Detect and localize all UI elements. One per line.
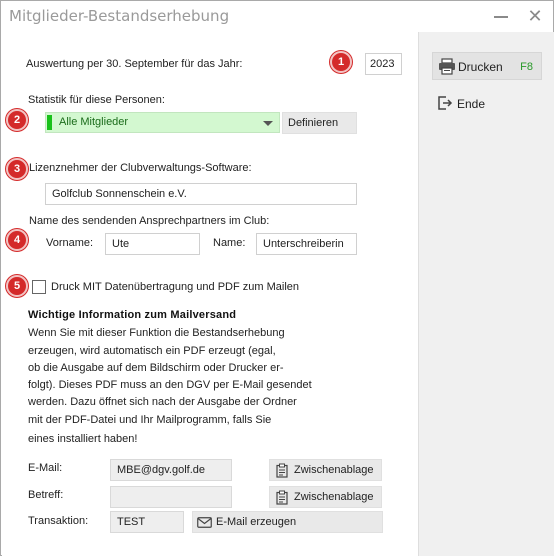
print-shortcut: F8 bbox=[520, 61, 533, 73]
action-sidebar: Drucken F8 Ende bbox=[418, 32, 554, 556]
email-label: E-Mail: bbox=[28, 462, 63, 474]
create-email-button[interactable]: E-Mail erzeugen bbox=[192, 511, 383, 533]
step-badge-1: 1 bbox=[330, 51, 352, 73]
print-option-label[interactable]: Druck MIT Datenübertragung und PDF zum M… bbox=[51, 281, 299, 293]
contact-label: Name des sendenden Ansprechpartners im C… bbox=[29, 215, 270, 227]
clipboard-icon bbox=[276, 463, 288, 478]
year-input[interactable]: 2023 bbox=[365, 53, 402, 75]
printer-icon bbox=[439, 58, 455, 75]
close-icon[interactable]: ✕ bbox=[523, 5, 547, 27]
email-field[interactable]: MBE@dgv.golf.de bbox=[110, 459, 232, 481]
subject-field[interactable] bbox=[110, 486, 232, 508]
info-line: folgt). Dieses PDF muss an den DGV per E… bbox=[28, 379, 312, 391]
info-line: Wenn Sie mit dieser Funktion die Bestand… bbox=[28, 327, 285, 339]
step-badge-5: 5 bbox=[6, 275, 28, 297]
transaction-field[interactable]: TEST bbox=[110, 511, 184, 533]
persons-select-value: Alle Mitglieder bbox=[59, 116, 129, 128]
lastname-input[interactable]: Unterschreiberin bbox=[256, 233, 357, 255]
step-badge-4: 4 bbox=[6, 229, 28, 251]
print-option-checkbox[interactable] bbox=[32, 280, 46, 294]
clipboard-icon bbox=[276, 490, 288, 505]
define-button[interactable]: Definieren bbox=[282, 112, 357, 134]
title-bar[interactable]: Mitglieder-Bestandserhebung ✕ bbox=[1, 1, 553, 32]
copy-email-label: Zwischenablage bbox=[294, 464, 374, 476]
licensee-field[interactable]: Golfclub Sonnenschein e.V. bbox=[45, 183, 357, 205]
info-line: mit der PDF-Datei und Ihr Mailprogramm, … bbox=[28, 414, 272, 426]
select-color-marker bbox=[47, 115, 52, 130]
lastname-label: Name: bbox=[213, 237, 246, 249]
transaction-label: Transaktion: bbox=[28, 515, 89, 527]
copy-email-button[interactable]: Zwischenablage bbox=[269, 459, 382, 481]
firstname-label: Vorname: bbox=[46, 237, 94, 249]
print-button[interactable]: Drucken F8 bbox=[432, 52, 542, 80]
print-label: Drucken bbox=[458, 60, 503, 74]
licensee-label: Lizenznehmer der Clubverwaltungs-Softwar… bbox=[29, 162, 252, 174]
info-line: werden. Dazu öffnet sich nach der Ausgab… bbox=[28, 396, 297, 408]
dialog-window: Mitglieder-Bestandserhebung ✕ Auswertung… bbox=[0, 0, 554, 556]
info-line: eines installiert haben! bbox=[28, 433, 138, 445]
minimize-icon[interactable] bbox=[489, 5, 513, 27]
subject-label: Betreff: bbox=[28, 489, 64, 501]
persons-select[interactable]: Alle Mitglieder bbox=[45, 112, 280, 133]
year-label: Auswertung per 30. September für das Jah… bbox=[26, 58, 243, 70]
window-title: Mitglieder-Bestandserhebung bbox=[9, 7, 230, 25]
persons-label: Statistik für diese Personen: bbox=[28, 94, 165, 106]
copy-subject-button[interactable]: Zwischenablage bbox=[269, 486, 382, 508]
step-badge-3: 3 bbox=[6, 158, 28, 180]
info-line: erzeugen, wird automatisch ein PDF erzeu… bbox=[28, 345, 276, 357]
exit-icon bbox=[438, 96, 453, 110]
exit-button[interactable]: Ende bbox=[432, 90, 542, 118]
envelope-icon bbox=[197, 517, 212, 528]
exit-label: Ende bbox=[457, 97, 486, 111]
copy-subject-label: Zwischenablage bbox=[294, 491, 374, 503]
step-badge-2: 2 bbox=[6, 109, 28, 131]
chevron-down-icon[interactable] bbox=[263, 121, 273, 126]
main-panel: Auswertung per 30. September für das Jah… bbox=[2, 32, 418, 556]
create-email-label: E-Mail erzeugen bbox=[216, 516, 297, 528]
info-line: ob die Ausgabe auf dem Bildschirm oder D… bbox=[28, 362, 284, 374]
info-title: Wichtige Information zum Mailversand bbox=[28, 309, 237, 321]
firstname-input[interactable]: Ute bbox=[105, 233, 200, 255]
